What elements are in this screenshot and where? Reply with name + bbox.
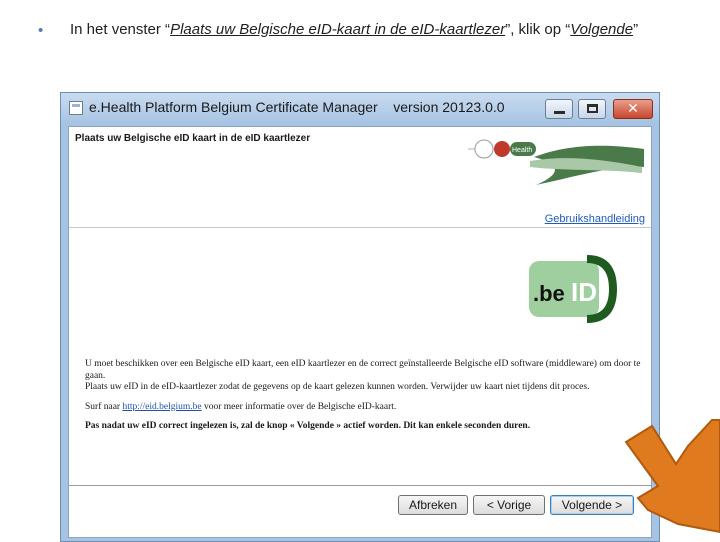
beid-id: ID: [571, 277, 597, 307]
minimize-button[interactable]: [545, 99, 573, 119]
instruction-mid: ”, klik op “: [505, 21, 571, 38]
app-window: e.Health Platform Belgium Certificate Ma…: [60, 92, 660, 542]
close-icon: ✕: [627, 101, 639, 117]
info-line-2: Plaats uw eID in de eID-kaartlezer zodat…: [85, 382, 590, 392]
info-surf: Surf naar http://eid.belgium.be voor mee…: [85, 402, 645, 414]
instruction-window-name: Plaats uw Belgische eID-kaart in de eID-…: [170, 21, 506, 38]
pointer-arrow-icon: [624, 419, 720, 534]
instruction-prefix: In het venster “: [70, 21, 171, 38]
dialog-client: Plaats uw Belgische eID kaart in de eID …: [68, 126, 652, 538]
app-icon: [69, 101, 83, 115]
header-separator: [69, 227, 651, 228]
dialog-header-title: Plaats uw Belgische eID kaart in de eID …: [75, 133, 311, 144]
maximize-button[interactable]: [578, 99, 606, 119]
beid-dot-be: .be: [533, 281, 565, 306]
slide-bullet: •: [38, 22, 44, 39]
ehealth-circle-left: [474, 139, 494, 159]
pointer-arrow-shape: [624, 419, 720, 534]
beid-logo: .be ID: [529, 255, 617, 323]
surf-prefix: Surf naar: [85, 401, 123, 412]
footer-separator: [69, 485, 651, 486]
slide-instruction: In het venster “Plaats uw Belgische eID-…: [70, 19, 690, 41]
maximize-icon: [587, 104, 598, 113]
info-text: U moet beschikken over een Belgische eID…: [85, 359, 645, 433]
ehealth-logo: Health: [468, 139, 644, 185]
cancel-button[interactable]: Afbreken: [398, 495, 468, 515]
instruction-suffix: ”: [633, 21, 639, 38]
ehealth-circle-red: [494, 141, 510, 157]
info-warning: Pas nadat uw eID correct ingelezen is, z…: [85, 421, 531, 431]
eid-link[interactable]: http://eid.belgium.be: [122, 402, 201, 412]
previous-button[interactable]: < Vorige: [473, 495, 545, 515]
close-button[interactable]: ✕: [613, 99, 653, 119]
help-link[interactable]: Gebruikshandleiding: [545, 213, 645, 225]
instruction-button-name: Volgende: [570, 21, 634, 38]
info-line-1: U moet beschikken over een Belgische eID…: [85, 359, 641, 381]
title-bar[interactable]: e.Health Platform Belgium Certificate Ma…: [61, 93, 659, 123]
minimize-icon: [554, 111, 565, 114]
window-title: e.Health Platform Belgium Certificate Ma…: [89, 99, 505, 115]
surf-suffix: voor meer informatie over de Belgische e…: [201, 401, 397, 412]
ehealth-logo-text: Health: [512, 147, 532, 154]
